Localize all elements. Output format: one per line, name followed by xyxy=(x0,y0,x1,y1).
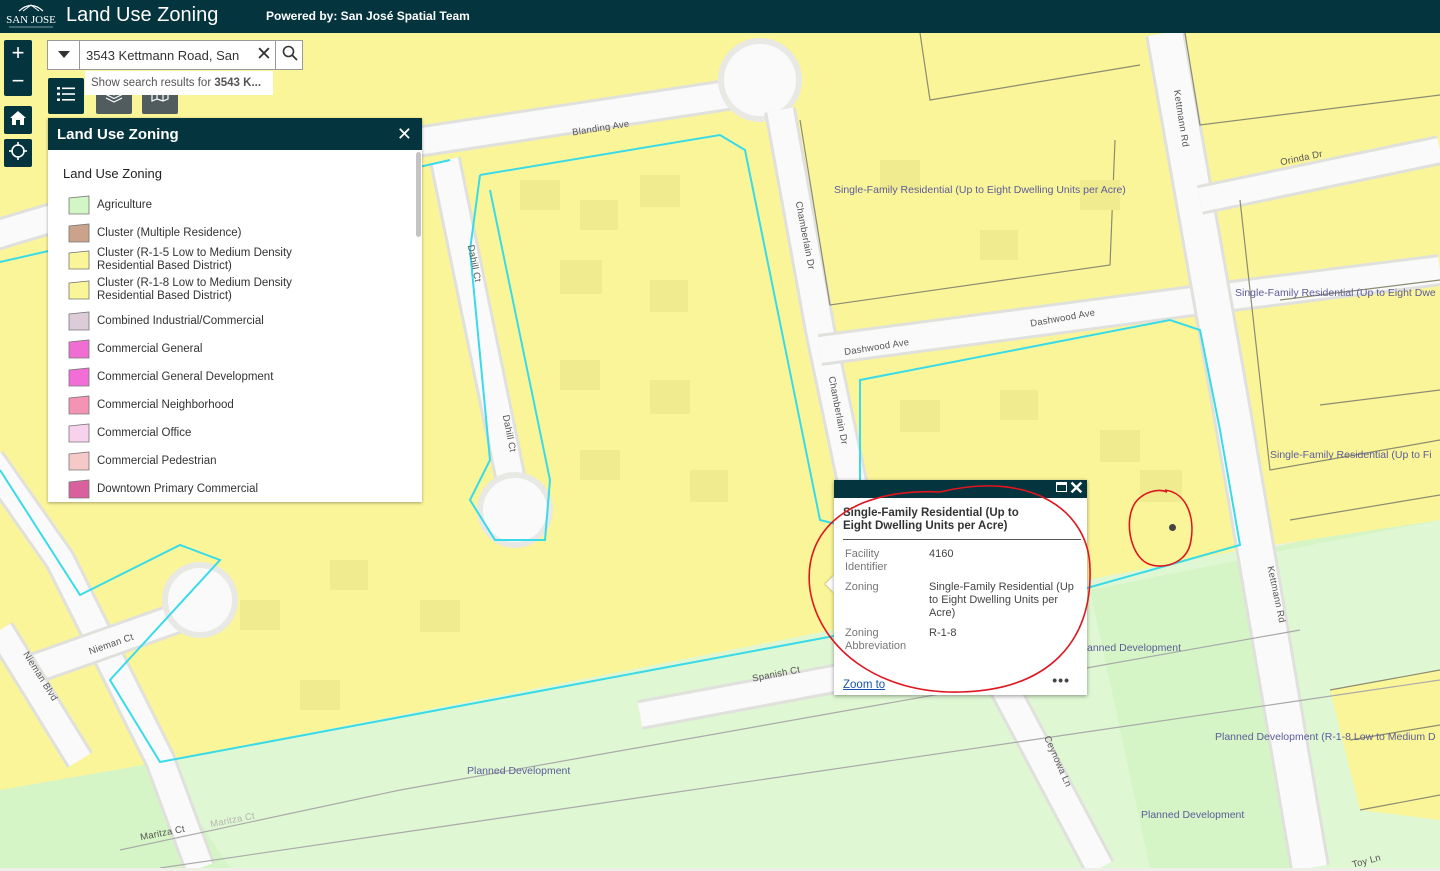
legend-title: Land Use Zoning xyxy=(57,126,179,143)
legend-item: Commercial General Development xyxy=(68,367,273,387)
more-options-button[interactable]: ••• xyxy=(1052,672,1070,688)
legend-item: Cluster (Multiple Residence) xyxy=(68,223,241,243)
legend-item: Downtown Primary Commercial xyxy=(68,479,258,499)
legend-swatch xyxy=(68,195,90,215)
legend-item-label: Cluster (R-1-8 Low to Medium Density Res… xyxy=(97,277,292,302)
zone-label: Planned Development xyxy=(1141,809,1245,821)
field-label: Facility Identifier xyxy=(845,548,888,573)
legend-item: Commercial General xyxy=(68,339,202,359)
field-value: Single-Family Residential (Up to Eight D… xyxy=(929,581,1074,619)
zone-label: Single-Family Residential (Up to Fi xyxy=(1270,449,1432,461)
close-icon[interactable]: ✕ xyxy=(397,124,412,145)
feature-popup: ✕ Single-Family Residential (Up to Eight… xyxy=(834,478,1087,695)
legend-swatch xyxy=(68,423,90,443)
zoom-out-button[interactable]: − xyxy=(4,68,32,96)
legend-item: Commercial Neighborhood xyxy=(68,395,234,415)
legend-swatch xyxy=(68,250,90,270)
zone-label: Planned Development xyxy=(467,765,571,777)
legend-scrollbar[interactable] xyxy=(416,152,421,237)
locate-icon xyxy=(9,141,27,165)
legend-item-label: Cluster (Multiple Residence) xyxy=(97,226,242,239)
suggestion-prefix: Show search results for xyxy=(91,77,215,89)
clear-search-icon[interactable]: ✕ xyxy=(253,44,275,66)
legend-swatch xyxy=(68,479,90,499)
legend-swatch xyxy=(68,223,90,243)
zoom-in-button[interactable]: + xyxy=(4,40,32,68)
search-input[interactable] xyxy=(86,46,256,64)
legend-item: Agriculture xyxy=(68,195,152,215)
zone-label: Single-Family Residential (Up to Eight D… xyxy=(1235,287,1436,299)
field-value: 4160 xyxy=(929,548,954,560)
legend-item: Commercial Pedestrian xyxy=(68,451,217,471)
zoom-to-link[interactable]: Zoom to xyxy=(843,679,885,691)
home-button[interactable] xyxy=(4,106,32,134)
legend-panel: Land Use Zoning ✕ Land Use Zoning Agricu… xyxy=(48,118,422,502)
legend-swatch xyxy=(68,367,90,387)
legend-item-label: Cluster (R-1-5 Low to Medium Density Res… xyxy=(97,247,292,272)
legend-item-label: Commercial Neighborhood xyxy=(97,398,234,411)
legend-item-label: Commercial General xyxy=(97,342,203,355)
popup-header: ✕ xyxy=(834,478,1087,499)
city-logo-icon: SAN JOSE xyxy=(5,2,57,31)
app-title: Land Use Zoning xyxy=(66,4,219,26)
list-icon xyxy=(56,84,76,109)
legend-item: Combined Industrial/Commercial xyxy=(68,311,264,331)
locate-button[interactable] xyxy=(4,139,32,167)
location-marker xyxy=(1169,524,1176,531)
zone-label: anned Development xyxy=(1087,642,1181,654)
legend-swatch xyxy=(68,451,90,471)
legend-item-label: Combined Industrial/Commercial xyxy=(97,314,264,327)
popup-title: Single-Family Residential (Up to Eight D… xyxy=(843,507,1019,532)
legend-item-label: Commercial Office xyxy=(97,426,192,439)
legend-swatch xyxy=(68,339,90,359)
legend-item-label: Commercial General Development xyxy=(97,370,274,383)
zone-label: Planned Development (R-1-8 Low to Medium… xyxy=(1215,731,1436,743)
zoom-control: + − xyxy=(4,40,32,96)
maximize-icon[interactable] xyxy=(1056,482,1067,492)
legend-swatch xyxy=(68,280,90,300)
legend-layer-title: Land Use Zoning xyxy=(63,166,163,181)
field-label: Zoning Abbreviation xyxy=(845,627,907,652)
caret-down-icon xyxy=(57,46,70,64)
legend-item: Cluster (R-1-8 Low to Medium Density Res… xyxy=(68,277,307,303)
popup-divider xyxy=(843,539,1081,540)
search-source-dropdown[interactable] xyxy=(48,41,80,69)
legend-item-label: Downtown Primary Commercial xyxy=(97,482,259,495)
app-header: SAN JOSE Land Use Zoning Powered by: San… xyxy=(0,0,1440,33)
suggestion-term: 3543 K... xyxy=(214,77,262,89)
legend-button[interactable] xyxy=(48,78,84,114)
close-icon[interactable]: ✕ xyxy=(1069,478,1084,499)
field-value: R-1-8 xyxy=(929,627,957,639)
powered-by-text: Powered by: San José Spatial Team xyxy=(266,9,470,23)
search-widget: ✕ xyxy=(47,40,303,70)
search-icon xyxy=(282,45,298,66)
legend-item: Commercial Office xyxy=(68,423,191,443)
zone-label: Single-Family Residential (Up to Eight D… xyxy=(834,184,1126,196)
legend-swatch xyxy=(68,311,90,331)
search-button[interactable] xyxy=(275,41,304,69)
legend-header: Land Use Zoning ✕ xyxy=(48,118,422,150)
legend-swatch xyxy=(68,395,90,415)
svg-text:SAN JOSE: SAN JOSE xyxy=(6,14,56,26)
search-suggestion[interactable]: Show search results for 3543 K... xyxy=(85,71,273,95)
home-icon xyxy=(9,109,27,132)
field-label: Zoning xyxy=(845,581,879,593)
legend-item: Cluster (R-1-5 Low to Medium Density Res… xyxy=(68,247,307,273)
legend-item-label: Agriculture xyxy=(97,198,152,211)
legend-item-label: Commercial Pedestrian xyxy=(97,454,217,467)
